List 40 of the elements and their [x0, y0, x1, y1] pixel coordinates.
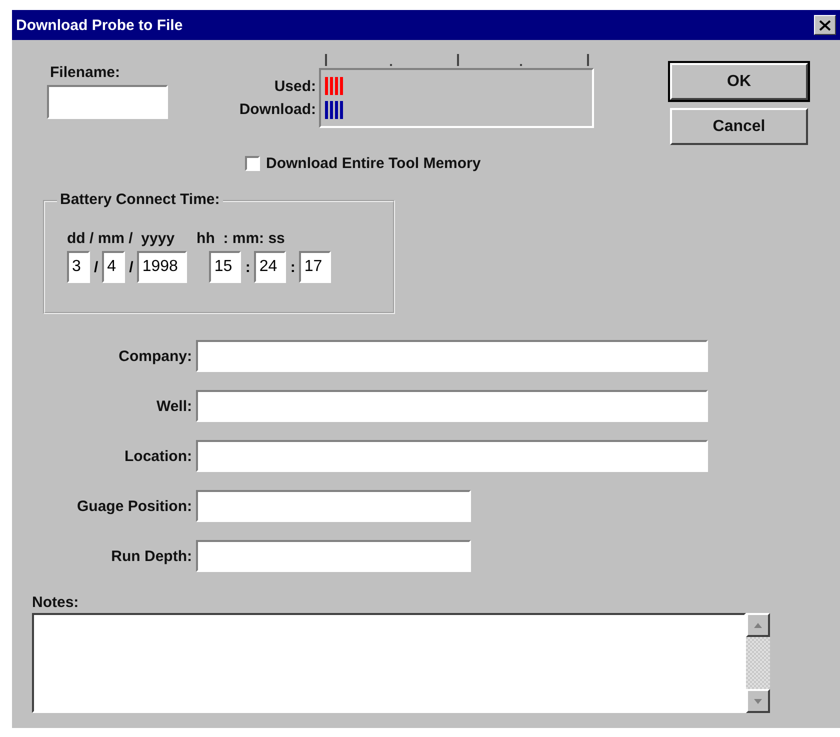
text-field[interactable]	[196, 440, 708, 472]
separator: /	[129, 258, 134, 276]
field-label: Company:	[118, 348, 192, 364]
close-icon	[819, 20, 831, 30]
time-field[interactable]: 17	[299, 251, 332, 283]
scroll-up-button[interactable]	[746, 613, 770, 637]
dialog-button[interactable]: Cancel	[670, 108, 808, 145]
meter-label: Download:	[239, 101, 316, 118]
separator: :	[290, 258, 296, 276]
time-field[interactable]: 3	[67, 251, 90, 283]
separator: :	[245, 258, 250, 276]
text-field[interactable]	[196, 390, 708, 422]
field-label: Guage Position:	[76, 498, 192, 514]
close-button[interactable]	[814, 15, 836, 35]
time-field[interactable]: 1998	[137, 251, 188, 283]
group-legend: Battery Connect Time:	[57, 191, 223, 208]
notes-field[interactable]	[32, 613, 746, 713]
text-field[interactable]	[196, 340, 708, 372]
field-label: Location:	[124, 448, 192, 464]
dialog-button[interactable]: OK	[670, 63, 808, 100]
down-arrow-icon	[754, 698, 762, 704]
scroll-down-button[interactable]	[746, 689, 770, 713]
meter-label: Used:	[274, 78, 316, 95]
window-title: Download Probe to File	[16, 16, 183, 34]
field-label: Well:	[156, 398, 192, 414]
filename-label: Filename:	[50, 64, 122, 81]
up-arrow-icon	[754, 622, 762, 628]
time-field[interactable]: 24	[254, 251, 286, 283]
field-label: Run Depth:	[111, 548, 192, 564]
format-label: hh : mm: ss	[196, 230, 285, 247]
entire-memory-checkbox[interactable]: Download Entire Tool Memory	[245, 155, 481, 172]
text-field[interactable]	[196, 540, 471, 572]
separator: /	[94, 258, 98, 276]
time-field[interactable]: 15	[209, 251, 242, 283]
notes-label: Notes:	[32, 594, 80, 611]
scrollbar[interactable]	[746, 613, 770, 713]
filename-field[interactable]	[47, 85, 168, 119]
format-label: dd / mm / yyyy	[67, 230, 175, 247]
text-field[interactable]	[196, 490, 471, 522]
time-field[interactable]: 4	[102, 251, 126, 283]
